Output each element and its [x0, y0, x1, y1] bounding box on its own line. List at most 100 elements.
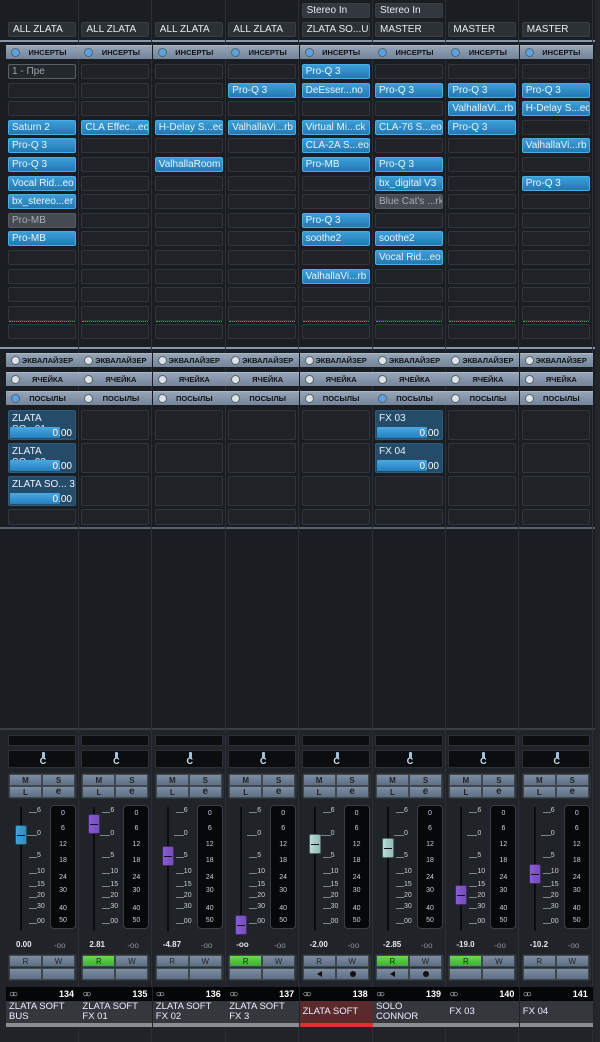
write-automation-button[interactable]: W — [42, 955, 75, 967]
insert-slot[interactable] — [301, 250, 370, 265]
eq-power-icon[interactable] — [11, 356, 20, 365]
read-automation-button[interactable]: R — [82, 955, 116, 967]
sends-section-header[interactable]: ПОСЫЛЫ — [152, 391, 226, 405]
send-slot[interactable] — [448, 410, 517, 440]
volume-fader-handle[interactable] — [235, 915, 248, 935]
pan-control[interactable]: C — [81, 750, 150, 768]
inserts-power-icon[interactable] — [157, 48, 167, 57]
insert-slot[interactable] — [81, 101, 150, 117]
edit-channel-button[interactable]: e — [115, 786, 149, 798]
channel-name[interactable]: ZLATA SOFT — [299, 1001, 373, 1023]
insert-slot[interactable] — [448, 194, 517, 210]
channel-name[interactable]: ZLATA SOFT BUS — [6, 1001, 79, 1023]
insert-slot[interactable]: Pro-Q 3 — [8, 138, 76, 154]
strip-section-header[interactable]: ЯЧЕЙКА — [79, 372, 153, 386]
send-slot[interactable] — [448, 443, 517, 473]
send-slot[interactable] — [81, 410, 150, 440]
strip-section-header[interactable]: ЯЧЕЙКА — [446, 372, 520, 386]
pan-control[interactable]: C — [8, 750, 76, 768]
fader-track[interactable] — [240, 807, 243, 931]
sends-section-header[interactable]: ПОСЫЛЫ — [226, 391, 300, 405]
insert-slot[interactable] — [228, 250, 297, 265]
send-slot[interactable] — [375, 509, 443, 525]
insert-slot[interactable] — [8, 324, 76, 339]
insert-slot[interactable] — [154, 305, 223, 321]
edit-channel-button[interactable]: e — [262, 786, 296, 798]
volume-fader-handle[interactable] — [308, 833, 321, 854]
insert-slot[interactable] — [154, 101, 223, 117]
monitor-button[interactable] — [302, 968, 336, 980]
insert-slot[interactable] — [375, 287, 443, 303]
insert-slot[interactable]: bx_stereo...er — [8, 194, 76, 210]
send-slot[interactable] — [448, 476, 517, 506]
inserts-power-icon[interactable] — [11, 48, 20, 57]
eq-section-header[interactable]: ЭКВАЛАЙЗЕР — [6, 353, 79, 367]
insert-slot[interactable] — [154, 175, 223, 191]
insert-slot[interactable] — [154, 287, 223, 303]
send-slot[interactable]: ZLATA SO...020.00 — [8, 443, 76, 473]
insert-slot[interactable] — [81, 305, 150, 321]
insert-slot[interactable] — [375, 324, 443, 339]
listen-button[interactable]: L — [522, 786, 556, 798]
insert-slot[interactable] — [375, 101, 443, 117]
inserts-power-icon[interactable] — [524, 48, 534, 57]
strip-section-header[interactable]: ЯЧЕЙКА — [6, 372, 79, 386]
insert-slot[interactable] — [521, 250, 590, 265]
fader-track[interactable] — [387, 807, 389, 931]
insert-slot[interactable] — [228, 64, 297, 79]
insert-slot[interactable] — [301, 287, 370, 303]
insert-slot[interactable]: Pro-Q 3 — [448, 119, 517, 135]
record-enable-button[interactable] — [42, 968, 75, 980]
send-slot[interactable] — [521, 410, 590, 440]
input-routing-button[interactable]: Stereo In — [301, 3, 370, 18]
send-slot[interactable] — [301, 509, 370, 525]
output-routing-button[interactable]: MASTER — [448, 22, 517, 37]
insert-slot[interactable] — [521, 157, 590, 172]
eq-section-header[interactable]: ЭКВАЛАЙЗЕР — [226, 353, 300, 367]
write-automation-button[interactable]: W — [482, 955, 516, 967]
pan-control[interactable]: C — [521, 750, 590, 768]
eq-section-header[interactable]: ЭКВАЛАЙЗЕР — [152, 353, 226, 367]
insert-slot[interactable] — [301, 194, 370, 210]
input-routing-button[interactable]: Stereo In — [375, 3, 443, 18]
insert-slot[interactable] — [154, 250, 223, 265]
strip-power-icon[interactable] — [524, 375, 534, 384]
insert-slot[interactable]: ValhallaVi...rb — [228, 119, 297, 135]
listen-button[interactable]: L — [9, 786, 42, 798]
inserts-section-header[interactable]: ИНСЕРТЫ — [519, 45, 593, 59]
edit-channel-button[interactable]: e — [555, 786, 589, 798]
insert-slot[interactable] — [228, 157, 297, 172]
insert-slot[interactable] — [375, 138, 443, 154]
solo-button[interactable]: S — [42, 774, 75, 786]
sends-section-header[interactable]: ПОСЫЛЫ — [79, 391, 153, 405]
sends-power-icon[interactable] — [11, 394, 20, 403]
pan-control[interactable]: C — [228, 750, 297, 768]
eq-section-header[interactable]: ЭКВАЛАЙЗЕР — [373, 353, 446, 367]
solo-button[interactable]: S — [115, 774, 149, 786]
pan-control[interactable]: C — [448, 750, 517, 768]
insert-slot[interactable]: DeEsser...no — [301, 82, 370, 98]
insert-slot[interactable] — [81, 324, 150, 339]
mute-button[interactable]: M — [229, 774, 263, 786]
monitor-button[interactable] — [229, 968, 263, 980]
solo-button[interactable]: S — [555, 774, 589, 786]
insert-slot[interactable]: 1 - Пре — [8, 64, 76, 79]
edit-channel-button[interactable]: e — [42, 786, 75, 798]
insert-slot[interactable]: ValhallaRoom — [154, 157, 223, 172]
insert-slot[interactable]: Pro-Q 3 — [375, 82, 443, 98]
mute-button[interactable]: M — [82, 774, 116, 786]
record-enable-button[interactable] — [188, 968, 222, 980]
sends-power-icon[interactable] — [524, 394, 534, 403]
write-automation-button[interactable]: W — [262, 955, 296, 967]
insert-slot[interactable] — [448, 268, 517, 284]
listen-button[interactable]: L — [82, 786, 116, 798]
inserts-section-header[interactable]: ИНСЕРТЫ — [79, 45, 153, 59]
listen-button[interactable]: L — [376, 786, 409, 798]
send-slot[interactable] — [301, 476, 370, 506]
output-routing-button[interactable]: ALL ZLATA — [81, 22, 150, 37]
monitor-button[interactable] — [376, 968, 409, 980]
strip-power-icon[interactable] — [378, 375, 387, 384]
send-slot[interactable] — [448, 509, 517, 525]
inserts-section-header[interactable]: ИНСЕРТЫ — [299, 45, 373, 59]
insert-slot[interactable] — [375, 305, 443, 321]
